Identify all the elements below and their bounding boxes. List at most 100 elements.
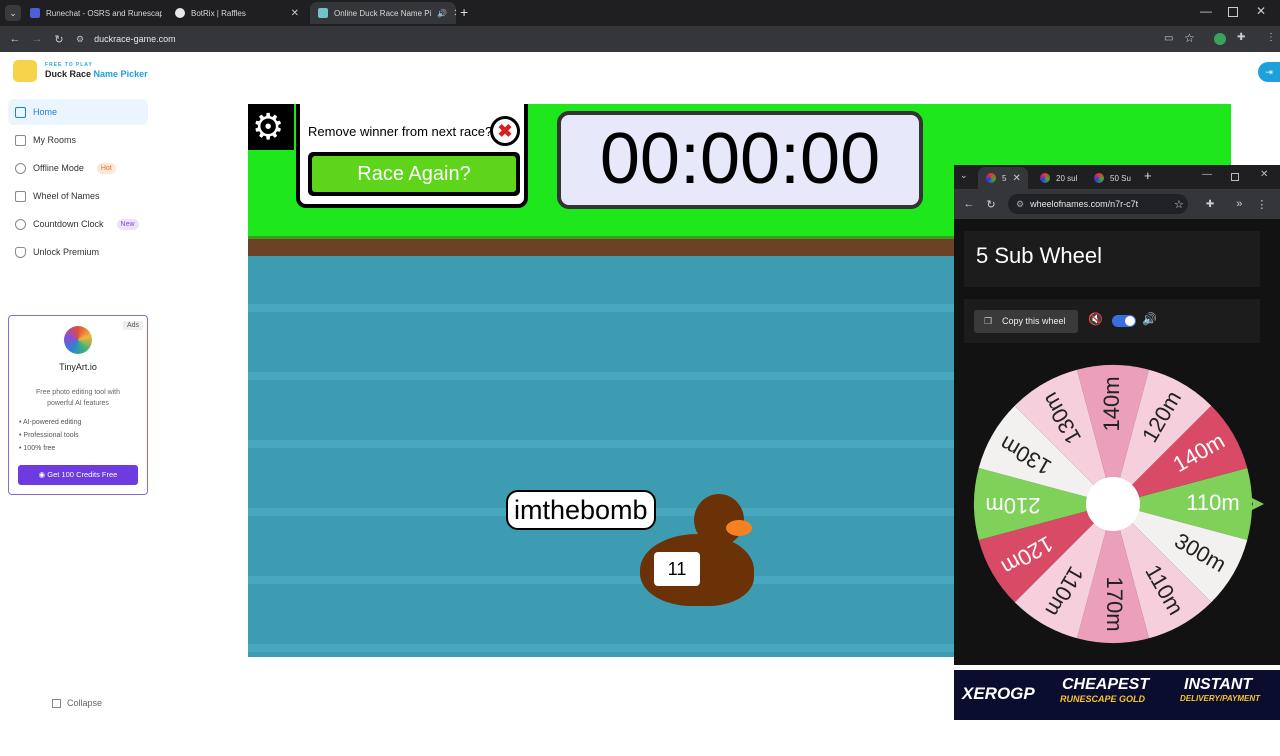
- xerogp-banner[interactable]: XEROGP CHEAPEST RUNESCAPE GOLD INSTANT D…: [954, 670, 1280, 720]
- hot-badge: Hot: [96, 162, 116, 174]
- duck-number-bib: 11: [654, 552, 700, 586]
- nav-item-wheel-of-names[interactable]: Wheel of Names: [8, 183, 148, 209]
- home-icon: [15, 106, 26, 118]
- site-brand[interactable]: Duck Race Name Picker: [45, 69, 148, 79]
- browser-tab-duckrace[interactable]: Online Duck Race Name Pi🔊✕: [310, 2, 456, 24]
- bookmark-star-icon[interactable]: ☆: [1184, 31, 1195, 45]
- wheel-center[interactable]: [1086, 477, 1140, 531]
- sound-toggle[interactable]: [1112, 315, 1136, 327]
- ad-title: TinyArt.io: [59, 362, 97, 372]
- window-close-icon[interactable]: ✕: [1260, 169, 1268, 180]
- name-wheel[interactable]: 110m300m110m170m110m120m210m130m130m 140m…: [972, 363, 1266, 645]
- new-badge: New: [116, 218, 139, 230]
- minimize-icon[interactable]: —: [1202, 169, 1212, 180]
- maximize-icon[interactable]: [1231, 173, 1239, 181]
- popup-tab-20[interactable]: 20 sul: [1032, 167, 1084, 189]
- ad-feature: • Professional tools: [19, 432, 79, 439]
- cast-icon[interactable]: ▭: [1164, 33, 1173, 44]
- wheelofnames-popup-window: ⌄ 5 ✕ 20 sul 50 Su + — ✕ ← ↻ ⚙ wheelofname…: [954, 165, 1280, 665]
- menu-icon[interactable]: ⋮: [1266, 32, 1276, 43]
- copy-wheel-button[interactable]: ❐ Copy this wheel: [974, 310, 1078, 333]
- collapse-button[interactable]: Collapse: [52, 698, 102, 708]
- nav-item-unlock-premium[interactable]: Unlock Premium: [8, 239, 148, 265]
- winner-panel: Remove winner from next race? ✖ Race Aga…: [296, 104, 528, 208]
- gear-icon: ⚙: [252, 106, 285, 147]
- popup-tab-50[interactable]: 50 Su: [1086, 167, 1138, 189]
- runechat-favicon-icon: [30, 8, 40, 18]
- toggle-knob: [1125, 316, 1135, 326]
- browser-tab-runechat[interactable]: Runechat - OSRS and Runescap✕: [22, 2, 162, 24]
- race-again-button[interactable]: Race Again?: [308, 152, 520, 196]
- address-bar: ← → ↻ ⚙ duckrace-game.com ▭ ☆ ✚ ⋮: [0, 26, 1280, 52]
- bookmark-star-icon[interactable]: ☆: [1174, 198, 1184, 211]
- popup-url-field[interactable]: ⚙ wheelofnames.com/n7r-c7t: [1008, 194, 1188, 214]
- banner-instant: INSTANT: [1184, 676, 1253, 693]
- login-button[interactable]: ⇥: [1258, 62, 1280, 82]
- back-arrow-icon[interactable]: ←: [958, 198, 980, 210]
- copy-icon: ❐: [984, 316, 993, 326]
- duck-beak: [726, 520, 752, 536]
- banner-delivery: DELIVERY/PAYMENT: [1180, 694, 1261, 703]
- wheel-toolbar: ❐ Copy this wheel 🔇 🔊: [964, 299, 1260, 343]
- reload-icon[interactable]: ↻: [980, 198, 1002, 211]
- ad-card[interactable]: Ads TinyArt.io Free photo editing tool w…: [8, 315, 148, 495]
- extensions-puzzle-icon[interactable]: ✚: [1206, 199, 1214, 210]
- close-icon[interactable]: ✕: [453, 8, 456, 19]
- wheel-segment-label: 140m: [1099, 376, 1124, 431]
- get-credits-button[interactable]: ◉ Get 100 Credits Free: [18, 465, 138, 485]
- reload-icon[interactable]: ↻: [48, 33, 70, 46]
- extensions-puzzle-icon[interactable]: ✚: [1237, 32, 1245, 43]
- nav-item-home[interactable]: Home: [8, 99, 148, 125]
- mute-icon[interactable]: 🔇: [1088, 312, 1103, 326]
- site-info-icon[interactable]: ⚙: [76, 34, 84, 45]
- wheel-title-box: 5 Sub Wheel: [964, 231, 1260, 287]
- wheel-segment-label: 110m: [1186, 490, 1239, 515]
- tab-search-button[interactable]: ⌄: [5, 5, 21, 21]
- extension-icon[interactable]: [1214, 33, 1226, 45]
- duck-name-bubble: imthebomb: [506, 490, 656, 530]
- tinyart-logo-icon: [64, 326, 92, 354]
- window-close-icon[interactable]: ✕: [1256, 4, 1266, 18]
- url-field[interactable]: duckrace-game.com: [94, 34, 176, 44]
- offline-icon: [15, 162, 26, 174]
- banner-runescape-gold: RUNESCAPE GOLD: [1060, 694, 1146, 704]
- audio-playing-icon[interactable]: 🔊: [437, 9, 447, 18]
- settings-button[interactable]: ⚙: [248, 104, 294, 150]
- more-tabs-icon[interactable]: »: [1236, 198, 1242, 210]
- back-arrow-icon[interactable]: ←: [4, 33, 26, 45]
- popup-address-bar: ← ↻ ⚙ wheelofnames.com/n7r-c7t ☆ ✚ » ⋮: [954, 189, 1280, 219]
- wheel-favicon-icon: [986, 173, 996, 183]
- wheel-favicon-icon: [1040, 173, 1050, 183]
- popup-tab-strip: ⌄ 5 ✕ 20 sul 50 Su + — ✕: [954, 165, 1280, 189]
- minimize-icon[interactable]: —: [1200, 4, 1212, 18]
- new-tab-button[interactable]: +: [1144, 168, 1152, 183]
- maximize-icon[interactable]: [1228, 7, 1238, 17]
- menu-icon[interactable]: ⋮: [1256, 198, 1267, 211]
- nav-item-countdown-clock[interactable]: Countdown Clock New: [8, 211, 148, 237]
- close-icon[interactable]: ✕: [291, 8, 299, 19]
- ad-feature: • 100% free: [19, 445, 56, 452]
- tab-search-button[interactable]: ⌄: [960, 170, 968, 181]
- site-tagline: FREE TO PLAY: [45, 62, 93, 68]
- forward-arrow-icon[interactable]: →: [26, 33, 48, 45]
- nav-item-offline-mode[interactable]: Offline Mode Hot: [8, 155, 148, 181]
- volume-icon[interactable]: 🔊: [1142, 312, 1157, 326]
- wheel-segment-label: 210m: [985, 493, 1040, 518]
- remove-winner-toggle[interactable]: ✖: [490, 116, 520, 146]
- remove-winner-prompt: Remove winner from next race?: [308, 124, 493, 139]
- botrix-favicon-icon: [175, 8, 185, 18]
- collapse-icon: [52, 698, 61, 708]
- ad-description: Free photo editing tool with powerful AI…: [35, 389, 121, 407]
- popup-tab-5[interactable]: 5 ✕: [978, 167, 1028, 189]
- close-icon[interactable]: ✕: [1012, 173, 1020, 184]
- new-tab-button[interactable]: +: [460, 4, 468, 20]
- grid-icon: [15, 134, 26, 146]
- ads-label: Ads: [122, 321, 143, 330]
- browser-tab-botrix[interactable]: BotRix | Raffles ✕: [167, 2, 307, 24]
- nav-item-my-rooms[interactable]: My Rooms: [8, 127, 148, 153]
- ad-feature: • AI-powered editing: [19, 419, 82, 426]
- site-info-icon: ⚙: [1016, 198, 1025, 209]
- wheel-segment-label: 170m: [1102, 576, 1127, 631]
- duck-logo-icon[interactable]: [13, 60, 37, 82]
- banner-brand: XEROGP: [962, 684, 1035, 703]
